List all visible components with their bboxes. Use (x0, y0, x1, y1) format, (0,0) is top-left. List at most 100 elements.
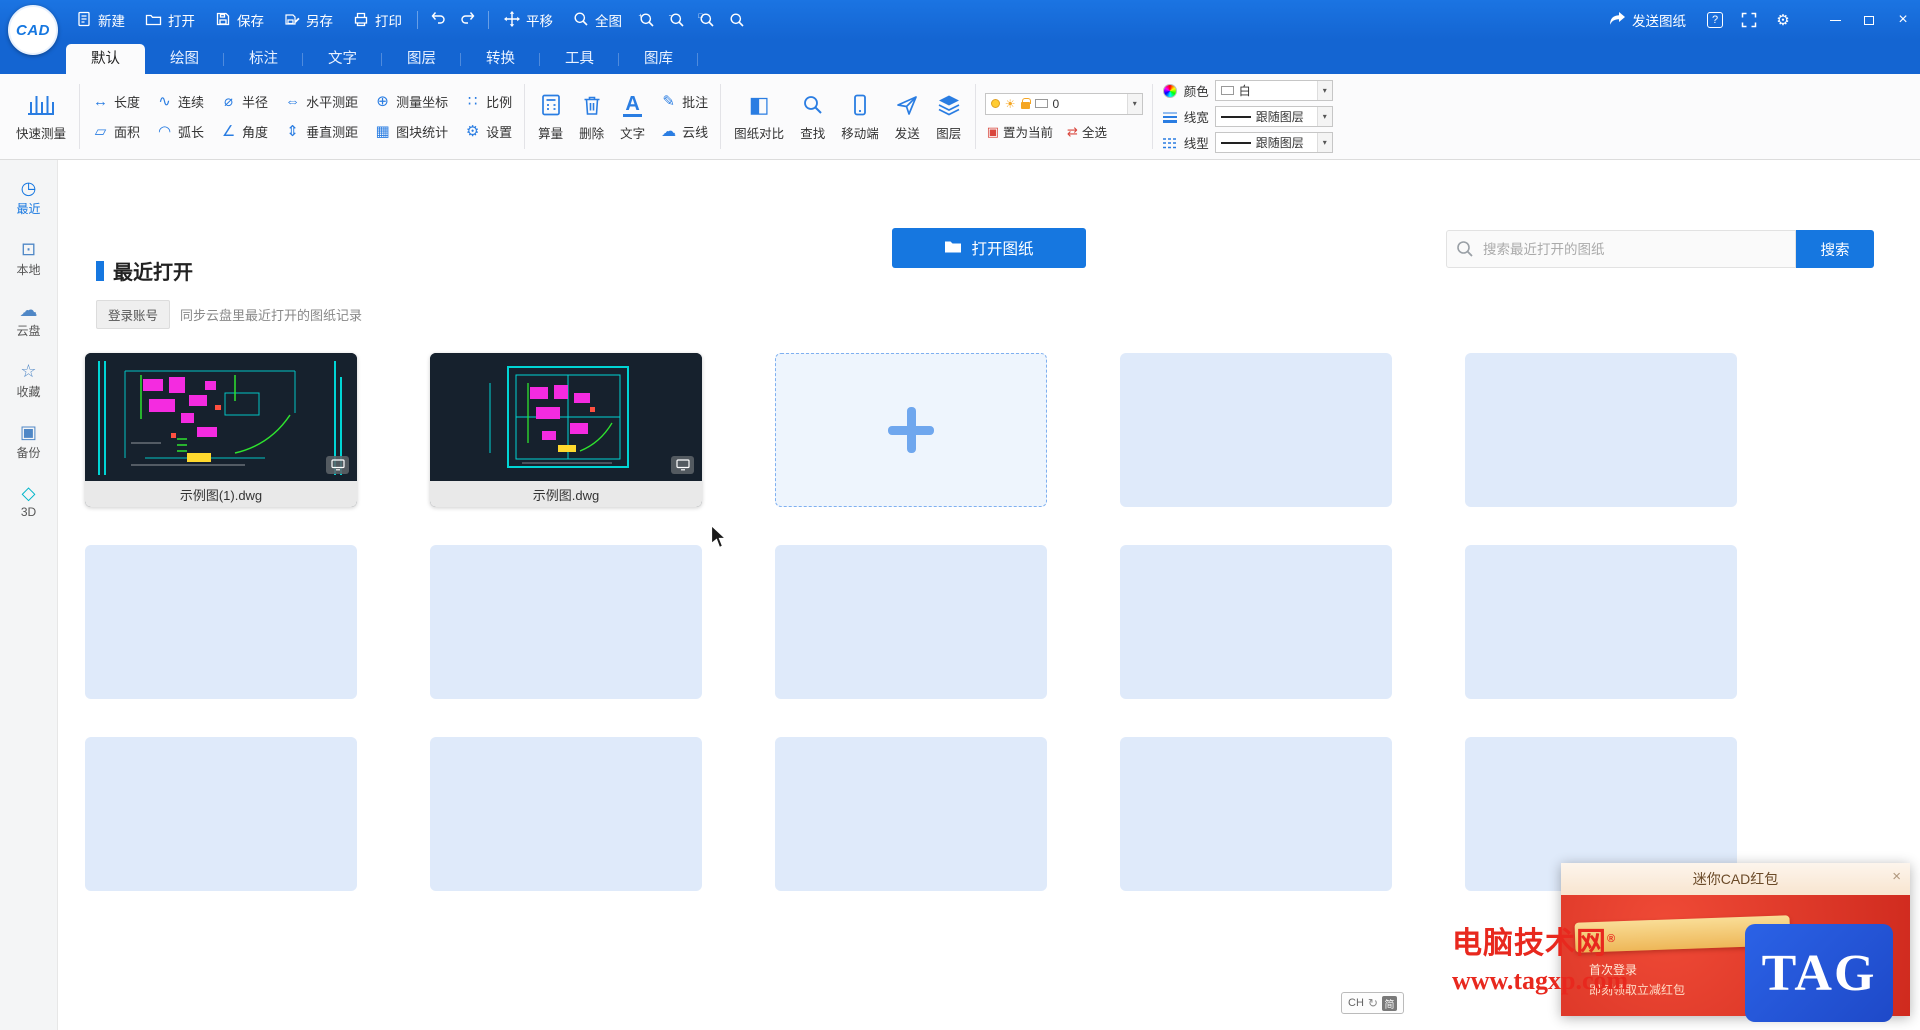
new-file-button[interactable]: 新建 (66, 0, 135, 40)
color-select[interactable]: 白 ▾ (1214, 80, 1333, 101)
revision-cloud-button[interactable]: ☁ 云线 (653, 122, 715, 141)
search-button[interactable]: 搜索 (1796, 230, 1874, 268)
zoom-in-button[interactable]: + (632, 0, 662, 40)
layer-select-arrow[interactable]: ▾ (1126, 93, 1142, 114)
input-language-badge[interactable]: CH ↻ 简 (1341, 992, 1404, 1014)
measure-radius-button[interactable]: ⌀ 半径 (213, 92, 275, 111)
new-file-icon (76, 11, 92, 30)
open-drawing-button[interactable]: 打开图纸 (892, 228, 1086, 268)
tab-tools[interactable]: 工具 (540, 44, 619, 74)
measure-arc-length-button[interactable]: ◠ 弧长 (149, 122, 211, 141)
measure-coordinate-button[interactable]: ⊕ 测量坐标 (367, 92, 455, 111)
quick-measure-button[interactable]: 快速测量 (8, 92, 74, 142)
file-name: 示例图.dwg (430, 481, 702, 507)
measure-angle-button[interactable]: ∠ 角度 (213, 122, 275, 141)
help-button[interactable]: ? (1700, 12, 1730, 28)
empty-card-slot (775, 545, 1047, 699)
print-button[interactable]: 打印 (343, 0, 412, 40)
popup-close-icon[interactable]: × (1892, 868, 1901, 885)
close-button[interactable]: × (1886, 0, 1920, 40)
minimize-button[interactable] (1818, 0, 1852, 40)
tab-convert[interactable]: 转换 (461, 44, 540, 74)
horizontal-distance-icon: ⇔ (285, 93, 301, 110)
layers-button[interactable]: 图层 (928, 92, 970, 142)
sidebar-item-recent[interactable]: ◷ 最近 (0, 172, 57, 224)
add-drawing-card[interactable] (775, 353, 1047, 507)
measure-vertical-button[interactable]: ⇕ 垂直测距 (277, 122, 365, 141)
measure-horizontal-button[interactable]: ⇔ 水平测距 (277, 92, 365, 111)
color-select-value: 白 (1238, 84, 1251, 98)
redo-button[interactable] (453, 0, 483, 40)
button-label: 长度 (114, 95, 141, 110)
linetype-select[interactable]: 跟随图层 ▾ (1214, 132, 1333, 153)
button-label: 云线 (682, 125, 709, 140)
empty-card-slot (430, 545, 702, 699)
text-tool-button[interactable]: A 文字 (612, 92, 653, 142)
tab-default[interactable]: 默认 (66, 44, 145, 74)
tab-text[interactable]: 文字 (303, 44, 382, 74)
divider (974, 84, 976, 149)
measure-area-button[interactable]: ▱ 面积 (85, 122, 147, 141)
sidebar-item-local[interactable]: ⊡ 本地 (0, 233, 57, 285)
zoom-window-button[interactable]: □ (692, 0, 722, 40)
send-drawing-button[interactable]: 发送图纸 (1599, 10, 1696, 30)
delete-button[interactable]: 删除 (571, 92, 612, 142)
open-file-button[interactable]: 打开 (135, 0, 205, 40)
layer-select[interactable]: ☀ 0 ▾ (984, 92, 1143, 115)
zoom-window-mod: □ (698, 13, 703, 20)
settings-button[interactable]: ⚙ (1768, 13, 1798, 28)
trash-icon (580, 92, 604, 119)
lineweight-sample (1220, 115, 1251, 118)
tab-library[interactable]: 图库 (619, 44, 698, 74)
linetype-select-arrow[interactable]: ▾ (1316, 133, 1332, 152)
tab-draw[interactable]: 绘图 (145, 44, 224, 74)
measure-settings-button[interactable]: ⚙ 设置 (457, 122, 519, 141)
zoom-out-button[interactable]: − (662, 0, 692, 40)
maximize-button[interactable] (1852, 0, 1886, 40)
app-logo[interactable]: CAD (8, 5, 58, 55)
zoom-extents-button[interactable]: 全图 (563, 0, 632, 40)
cloud-line-icon: ☁ (661, 123, 677, 140)
annotate-button[interactable]: ✎ 批注 (653, 92, 715, 111)
block-statistics-button[interactable]: ▦ 图块统计 (367, 122, 455, 141)
zoom-previous-button[interactable] (722, 0, 752, 40)
sidebar-item-cloud[interactable]: ☁ 云盘 (0, 294, 57, 346)
send-button[interactable]: 发送 (887, 92, 928, 142)
lineweight-select[interactable]: 跟随图层 ▾ (1214, 106, 1333, 127)
quantity-icon (539, 92, 563, 119)
measure-length-button[interactable]: ↔ 长度 (85, 92, 147, 111)
layer-on-icon (990, 99, 1000, 108)
login-button[interactable]: 登录账号 (96, 300, 171, 329)
sidebar-item-label: 最近 (16, 202, 41, 216)
drawing-compare-button[interactable]: ◧ 图纸对比 (726, 92, 792, 142)
fullscreen-button[interactable] (1734, 12, 1764, 28)
set-current-icon: ▣ (986, 123, 1000, 139)
measure-continuous-button[interactable]: ∿ 连续 (149, 92, 211, 111)
save-label: 保存 (237, 14, 264, 29)
save-as-button[interactable]: 另存 (274, 0, 343, 40)
quantity-button[interactable]: 算量 (530, 92, 571, 142)
measure-group: ↔ 长度 ▱ 面积 ∿ 连续 ◠ 弧长 ⌀ 半径 ∠ 角度 ⇔ 水平测距 ⇕ 垂直测距 ⊕ 测量坐… (85, 87, 519, 147)
set-current-layer-button[interactable]: ▣ 置为当前 (987, 122, 1053, 141)
save-button[interactable]: 保存 (205, 0, 274, 40)
file-card[interactable]: 示例图(1).dwg (85, 353, 357, 507)
mobile-button[interactable]: 移动端 (833, 92, 887, 142)
find-button[interactable]: 查找 (792, 92, 833, 142)
pan-button[interactable]: 平移 (494, 0, 563, 40)
search-input[interactable] (1446, 230, 1796, 268)
lineweight-select-arrow[interactable]: ▾ (1316, 107, 1332, 126)
sidebar-item-favorites[interactable]: ☆ 收藏 (0, 355, 57, 407)
scale-button[interactable]: ∷ 比例 (457, 92, 519, 111)
sidebar-item-3d[interactable]: ◇ 3D (0, 477, 57, 526)
select-all-button[interactable]: ⇄ 全选 (1067, 122, 1107, 141)
promo-popup-title: 迷你CAD红包 (1692, 871, 1779, 887)
sidebar-item-label: 云盘 (16, 324, 41, 338)
color-select-arrow[interactable]: ▾ (1316, 81, 1332, 100)
cloud-icon: ☁ (19, 300, 38, 320)
empty-card-slot (1465, 545, 1737, 699)
tab-annotate[interactable]: 标注 (224, 44, 303, 74)
tab-layer[interactable]: 图层 (382, 44, 461, 74)
undo-button[interactable] (423, 0, 453, 40)
sidebar-item-backup[interactable]: ▣ 备份 (0, 416, 57, 468)
file-card[interactable]: 示例图.dwg (430, 353, 702, 507)
